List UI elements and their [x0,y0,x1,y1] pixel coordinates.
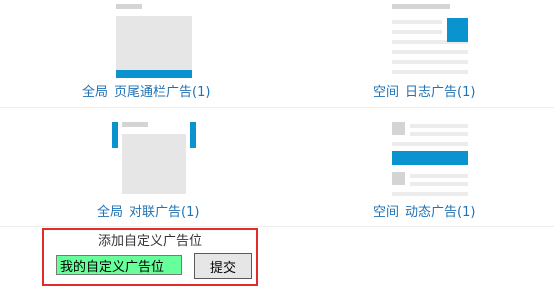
avatar-shape [392,172,405,185]
text-line-shape [392,192,468,196]
blog-ad-shape [447,18,468,42]
ad-scope-label: 空间 [373,85,400,100]
avatar-shape [392,122,405,135]
footer-banner-thumbnail[interactable] [116,4,192,78]
text-line-shape [410,132,468,136]
row-divider [0,107,554,108]
submit-button[interactable]: 提交 [194,253,252,279]
page-body-shape [116,16,192,70]
text-line-shape [410,124,468,128]
custom-ad-title: 添加自定义广告位 [97,234,202,249]
footer-banner-shape [116,70,192,78]
header-bar-shape [122,122,148,127]
ad-name-label: 日志广告(1) [405,85,476,100]
ad-name-label: 对联广告(1) [129,205,200,220]
ad-name-label: 动态广告(1) [405,205,476,220]
custom-ad-name-input[interactable] [56,255,182,275]
ad-name-label: 页尾通栏广告(1) [114,85,211,100]
text-line-shape [392,20,442,24]
ad-scope-label: 全局 [82,85,109,100]
text-line-shape [392,142,468,146]
feed-ad-thumbnail[interactable] [392,122,468,196]
row-divider [0,226,554,227]
custom-ad-form: 添加自定义广告位 提交 [42,228,258,286]
text-line-shape [392,30,442,34]
text-line-shape [410,174,468,178]
ad-position-page: 全局 页尾通栏广告(1) 空间 日志广告(1) 全局 对联广告(1) 空间动态广… [0,0,554,289]
ad-option-blog-ad[interactable]: 空间 日志广告(1) [373,85,475,101]
text-line-shape [392,60,468,64]
text-line-shape [392,70,468,74]
ad-option-footer-banner[interactable]: 全局 页尾通栏广告(1) [82,85,210,101]
header-bar-shape [392,4,450,9]
couplet-right-shape [190,122,196,148]
ad-option-feed-ad[interactable]: 空间 动态广告(1) [373,205,475,221]
text-line-shape [392,50,468,54]
ad-option-couplet-ad[interactable]: 全局 对联广告(1) [97,205,199,221]
text-line-shape [410,182,468,186]
feed-ad-shape [392,151,468,165]
ad-scope-label: 全局 [97,205,124,220]
blog-ad-thumbnail[interactable] [392,4,468,76]
page-body-shape [122,134,186,194]
couplet-ad-thumbnail[interactable] [112,120,196,194]
header-bar-shape [116,4,142,9]
ad-scope-label: 空间 [373,205,400,220]
couplet-left-shape [112,122,118,148]
